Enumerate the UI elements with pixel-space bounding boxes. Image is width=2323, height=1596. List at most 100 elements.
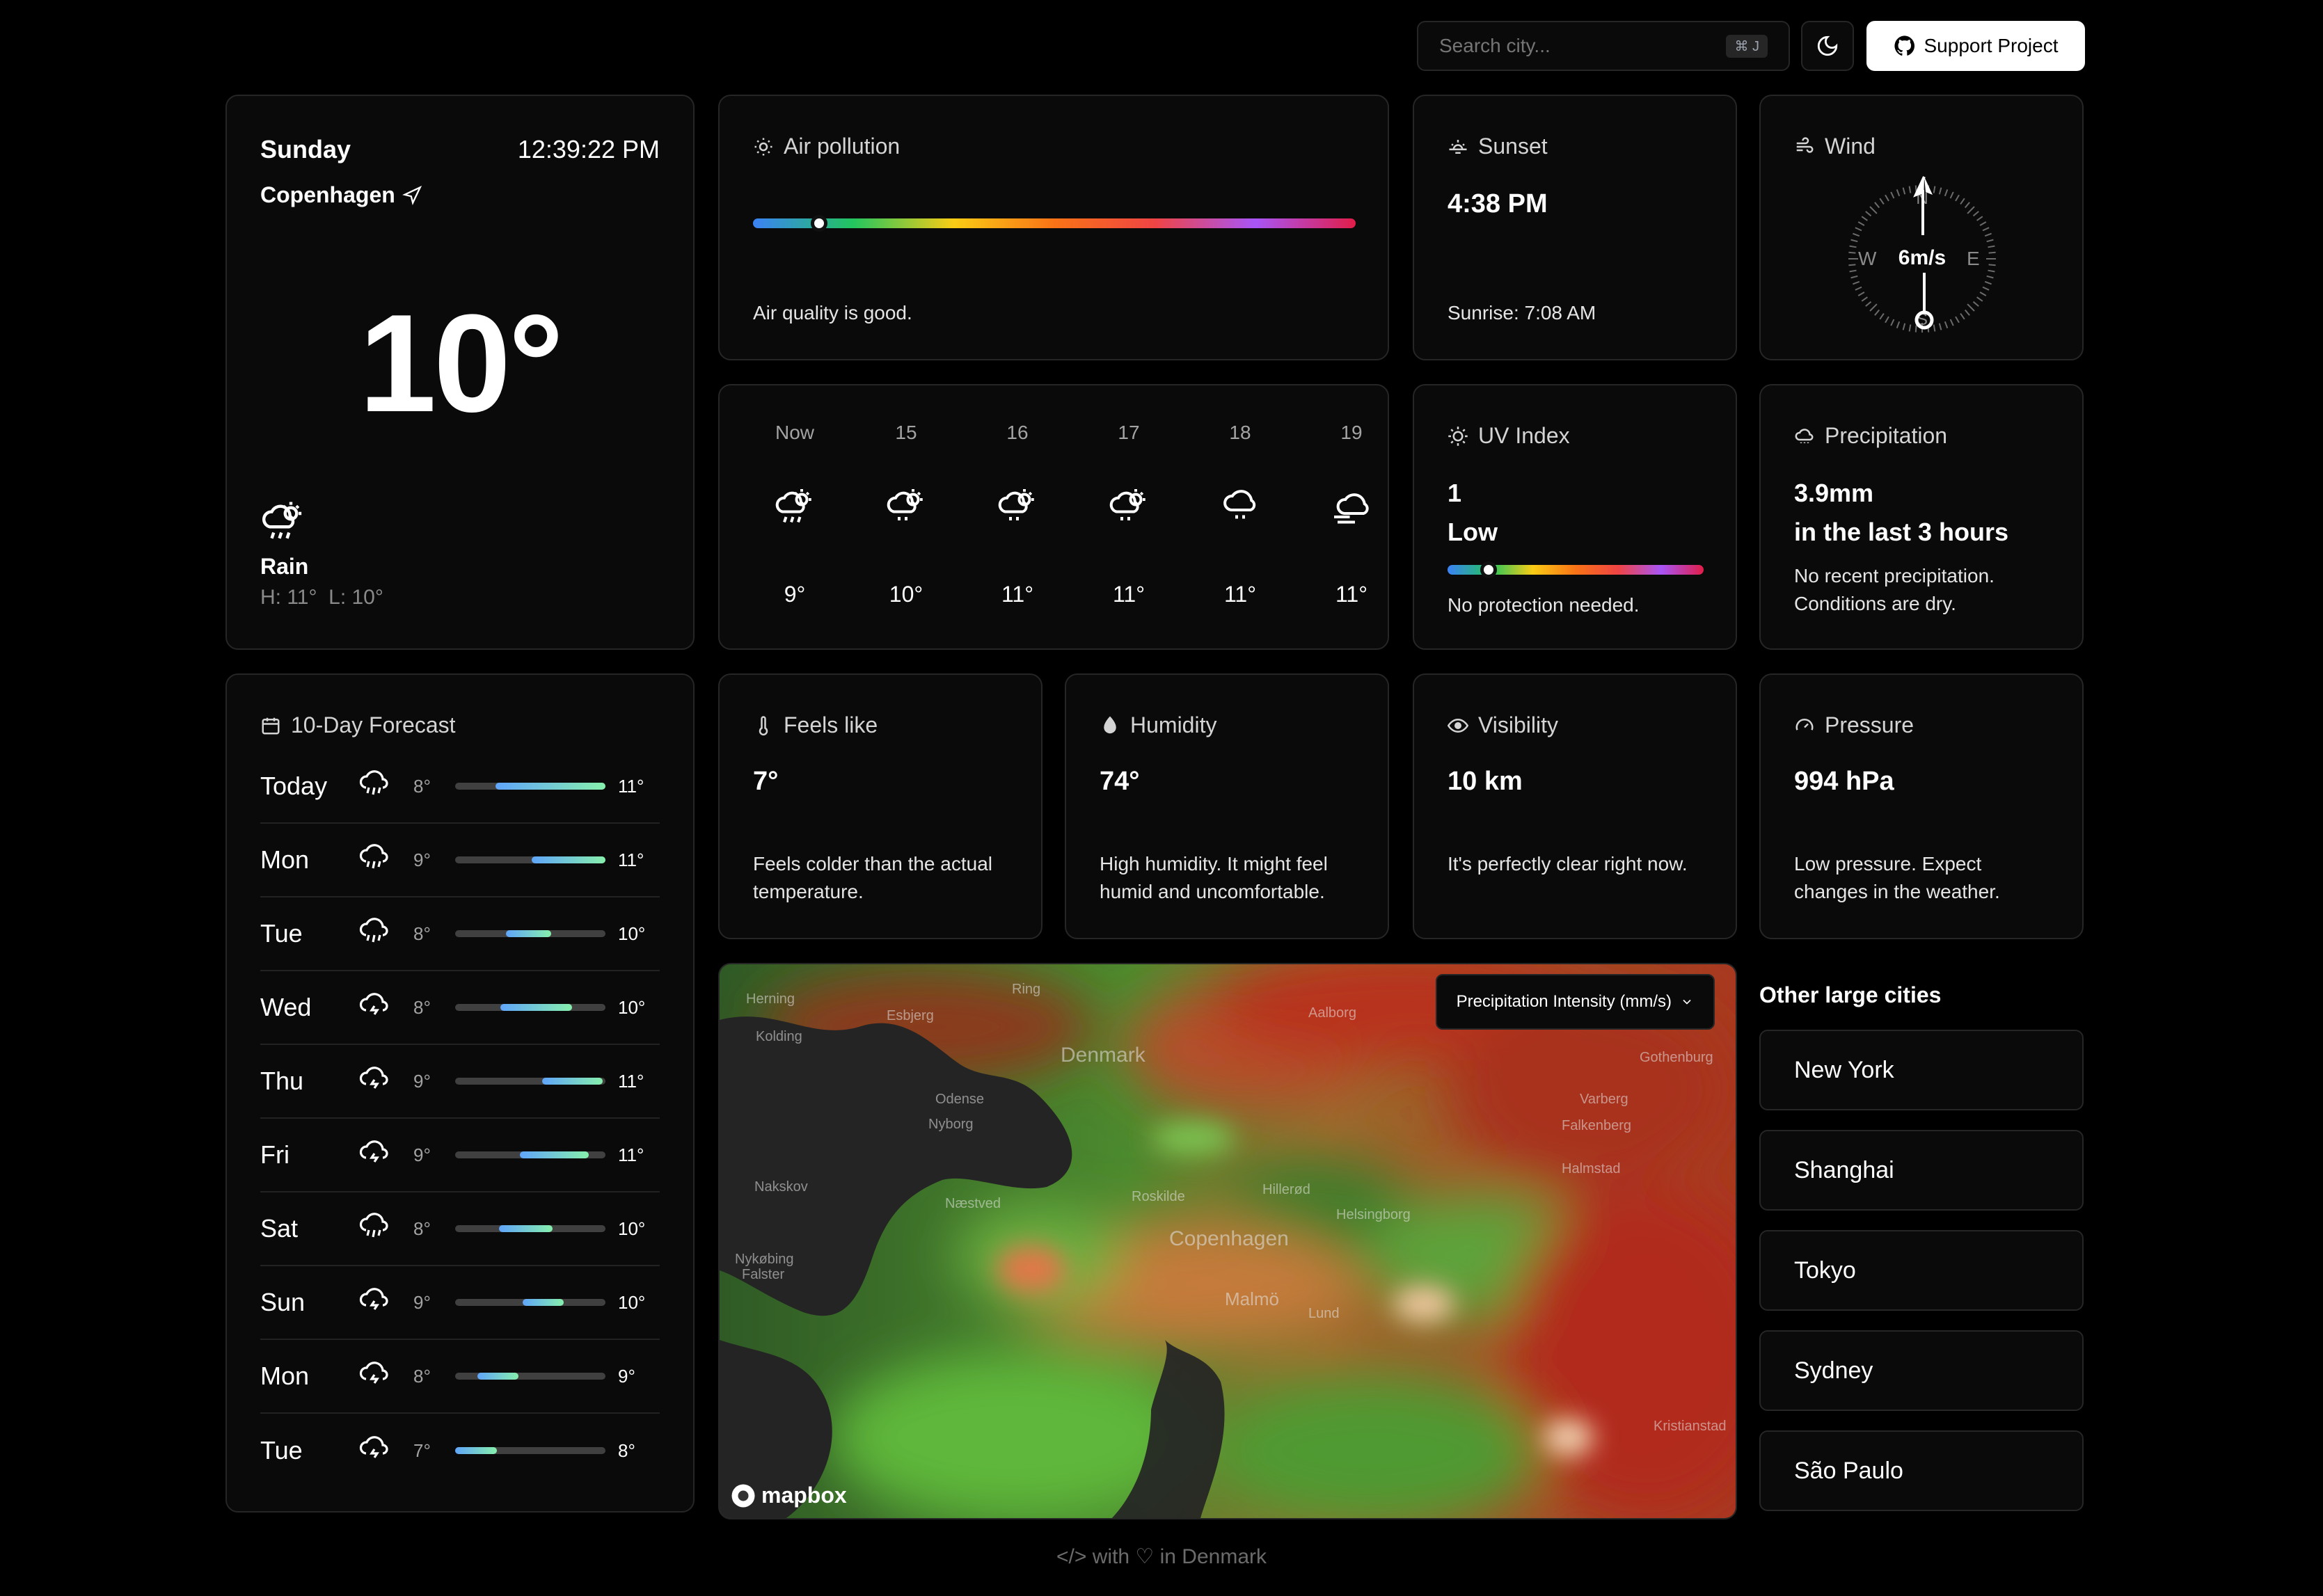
hourly-time: 17 (1118, 422, 1140, 443)
sunrise-time: Sunrise: 7:08 AM (1448, 302, 1596, 324)
search-input[interactable] (1439, 35, 1727, 57)
hourly-temperature: 9° (784, 582, 806, 607)
city-button[interactable]: Tokyo (1759, 1230, 2084, 1311)
visibility-value: 10 km (1448, 767, 1523, 796)
forecast-low: 8° (413, 996, 431, 1018)
uv-value: 1 (1448, 479, 1462, 507)
humidity-card: Humidity 74° High humidity. It might fee… (1065, 673, 1389, 939)
forecast-day: Sun (260, 1288, 306, 1316)
forecast-high: 10° (618, 996, 646, 1018)
forecast-day: Mon (260, 845, 310, 874)
feels-like-title: Feels like (784, 712, 878, 737)
hourly-time: 16 (1006, 422, 1029, 443)
city-button[interactable]: São Paulo (1759, 1430, 2084, 1511)
thermometer-icon (759, 715, 768, 735)
current-weather-card: Sunday 12:39:22 PM Copenhagen 10° Rain H… (225, 95, 695, 650)
forecast-day: Thu (260, 1067, 304, 1095)
cloud-drizzle-icon (1795, 428, 1814, 443)
city-button[interactable]: Shanghai (1759, 1130, 2084, 1211)
precipitation-card: Precipitation 3.9mm in the last 3 hours … (1759, 384, 2084, 650)
current-high-low: H: 11° L: 10° (260, 586, 383, 609)
other-cities-title: Other large cities (1759, 982, 1942, 1007)
search-box[interactable]: ⌘ J (1417, 21, 1790, 71)
map-label-falkenberg: Falkenberg (1562, 1118, 1631, 1133)
hourly-item: 17 11° (1087, 422, 1171, 623)
forecast-day: Today (260, 772, 328, 800)
forecast-row: Sun 9° 10° (260, 1266, 660, 1340)
sunset-time: 4:38 PM (1448, 189, 1548, 218)
sunset-icon (1449, 139, 1467, 154)
theme-toggle-button[interactable] (1801, 21, 1854, 71)
map-canvas[interactable]: Esbjerg Ring Denmark Aalborg Gothenburg … (720, 964, 1737, 1519)
mapbox-logo[interactable]: mapbox (731, 1483, 847, 1508)
weather-icon (1334, 493, 1369, 524)
rain-cloud-icon (359, 1287, 388, 1310)
forecast-day: Tue (260, 1436, 303, 1465)
map-label-herning: Herning (746, 991, 795, 1007)
forecast-range-bar (455, 1004, 605, 1011)
weather-icon (1109, 489, 1145, 520)
forecast-low: 8° (413, 923, 431, 944)
precipitation-map[interactable]: Esbjerg Ring Denmark Aalborg Gothenburg … (718, 963, 1737, 1519)
uv-header: UV Index (1448, 423, 1570, 449)
hourly-item: 19 11° (1310, 422, 1393, 623)
map-label-lund: Lund (1308, 1306, 1340, 1321)
humidity-text: High humidity. It might feel humid and u… (1100, 853, 1328, 902)
pressure-title: Pressure (1825, 712, 1914, 737)
hourly-temperature: 11° (1335, 582, 1367, 607)
map-label-malmo: Malmö (1225, 1288, 1279, 1309)
rain-cloud-icon (359, 1212, 388, 1237)
forecast-day: Mon (260, 1362, 310, 1390)
forecast-range-bar (455, 1078, 605, 1085)
current-day: Sunday (260, 135, 351, 163)
air-quality-bar (753, 215, 1356, 232)
hourly-temperature: 11° (1223, 582, 1256, 607)
wind-compass: N E S W 6m/s (1839, 175, 2006, 342)
rain-cloud-icon (359, 917, 388, 942)
weather-icon (887, 489, 923, 520)
uv-thumb (1480, 561, 1497, 578)
wind-title: Wind (1825, 134, 1876, 159)
moon-icon (1817, 35, 1838, 56)
map-layer-dropdown[interactable]: Precipitation Intensity (mm/s) (1435, 974, 1715, 1030)
map-label-kristianstad: Kristianstad (1654, 1419, 1727, 1434)
air-quality-thumb (811, 215, 828, 232)
uv-index-card: UV Index 1 Low No protection needed. (1413, 384, 1737, 650)
visibility-text: It's perfectly clear right now. (1448, 853, 1688, 875)
forecast-high: 11° (618, 1144, 644, 1165)
sun-outline-icon (1448, 426, 1468, 446)
humidity-value: 74° (1100, 767, 1140, 796)
precipitation-amount: 3.9mm (1794, 479, 1874, 507)
city-button[interactable]: Sydney (1759, 1330, 2084, 1411)
visibility-title: Visibility (1478, 712, 1558, 737)
forecast-range-fill (523, 1299, 564, 1306)
weather-icon (998, 489, 1034, 520)
city-name: Shanghai (1794, 1156, 1894, 1183)
city-name: New York (1794, 1056, 1894, 1083)
support-project-button[interactable]: Support Project (1866, 21, 2085, 71)
map-label-aalborg: Aalborg (1308, 1005, 1356, 1021)
feels-like-header: Feels like (753, 712, 878, 738)
wind-speed: 6m/s (1898, 246, 1947, 269)
forecast-high: 10° (618, 1291, 646, 1313)
map-label-nykobing: Nykøbing (735, 1252, 793, 1267)
forecast-row: Tue 8° 10° (260, 897, 660, 971)
precipitation-period: in the last 3 hours (1794, 518, 2009, 546)
map-label-halmstad: Halmstad (1562, 1161, 1620, 1176)
pressure-text: Low pressure. Expect changes in the weat… (1794, 853, 2000, 902)
hourly-item: 16 11° (976, 422, 1059, 623)
forecast-range-fill (542, 1078, 603, 1085)
ten-day-forecast-card: 10-Day Forecast Today 8° 11° Mon 9° 11° Tue 8° 1… (225, 673, 695, 1513)
rain-cloud-icon (359, 1066, 388, 1089)
forecast-row: Fri 9° 11° (260, 1119, 660, 1192)
feels-like-card: Feels like 7° Feels colder than the actu… (718, 673, 1042, 939)
forecast-low: 9° (413, 1291, 431, 1313)
precipitation-title: Precipitation (1825, 423, 1948, 448)
air-pollution-title: Air pollution (784, 134, 901, 159)
hourly-forecast-card: Now 9° 15 10° 16 11° 17 11° 18 11° 19 11° (718, 384, 1389, 650)
map-label-denmark: Denmark (1061, 1044, 1146, 1067)
hourly-item: Now 9° (753, 422, 837, 623)
forecast-high: 11° (618, 775, 644, 797)
air-pollution-header: Air pollution (753, 134, 900, 159)
city-button[interactable]: New York (1759, 1030, 2084, 1110)
